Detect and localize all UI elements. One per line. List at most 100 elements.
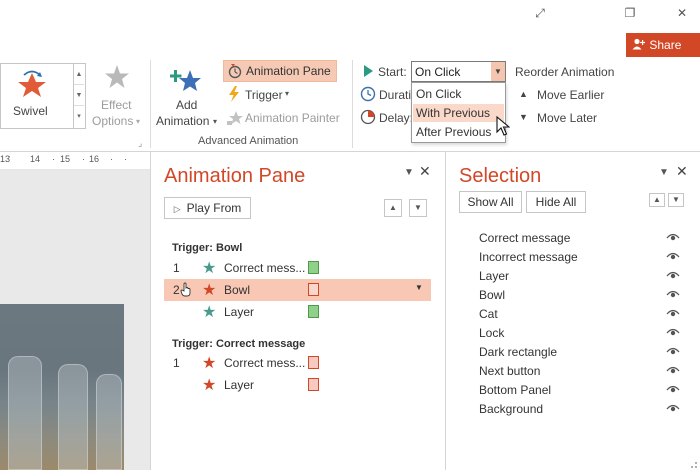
start-select-value: On Click	[415, 65, 461, 79]
ruler-tick: 16	[89, 154, 100, 164]
animation-pane-button[interactable]: Animation Pane	[223, 60, 337, 82]
start-dropdown-icon[interactable]: ▼	[491, 62, 505, 81]
animation-row[interactable]: ★ Layer	[164, 301, 431, 323]
pane-divider[interactable]	[150, 152, 151, 470]
trigger-heading: Trigger: Bowl	[172, 242, 243, 254]
move-up-icon[interactable]: ▲	[384, 199, 402, 217]
selection-item[interactable]: Bottom Panel	[479, 383, 551, 397]
visibility-eye-icon[interactable]	[666, 364, 680, 378]
animation-row[interactable]: 1 ★ Correct mess...	[164, 352, 431, 374]
close-window-icon[interactable]: ✕	[672, 4, 692, 22]
exit-star-icon: ★	[202, 355, 217, 372]
visibility-eye-icon[interactable]	[666, 345, 680, 359]
timeline-bar[interactable]	[308, 378, 319, 391]
selection-item[interactable]: Dark rectangle	[479, 345, 557, 359]
selection-item[interactable]: Incorrect message	[479, 250, 578, 264]
share-button[interactable]: Share	[626, 33, 700, 57]
pane-options-icon[interactable]: ▼	[404, 167, 414, 178]
start-label: Start:	[378, 65, 407, 79]
pane-divider[interactable]	[445, 152, 446, 470]
move-earlier-icon[interactable]: ▲	[519, 89, 528, 99]
restore-window-icon[interactable]: ❐	[620, 4, 640, 22]
gallery-more-icon[interactable]: ▾	[74, 106, 84, 127]
effect-options-label-1: Effect	[101, 98, 132, 112]
ruler-tick-dot: ·	[52, 154, 55, 164]
send-backward-icon[interactable]: ▼	[668, 193, 684, 207]
trigger-dropdown-icon[interactable]: ▾	[285, 89, 289, 98]
animation-row-selected[interactable]: 2 ★ Bowl ▼	[164, 279, 431, 301]
row-dropdown-icon[interactable]: ▼	[415, 283, 423, 292]
animation-painter-icon	[227, 110, 243, 129]
move-later-icon[interactable]: ▼	[519, 112, 528, 122]
add-animation-label-2: Animation	[156, 114, 210, 128]
duration-label: Durati	[379, 88, 412, 102]
move-earlier-label[interactable]: Move Earlier	[537, 88, 604, 102]
visibility-eye-icon[interactable]	[666, 269, 680, 283]
reorder-animation-label: Reorder Animation	[515, 65, 615, 79]
animation-pane-title: Animation Pane	[164, 165, 306, 187]
bring-forward-icon[interactable]: ▲	[649, 193, 665, 207]
selection-item[interactable]: Lock	[479, 326, 504, 340]
play-from-label: Play From	[186, 201, 242, 215]
emphasis-star-icon: ★	[202, 282, 217, 299]
start-option-after-previous[interactable]: After Previous	[413, 123, 504, 141]
slide-photo[interactable]	[0, 304, 124, 470]
close-pane-icon[interactable]: ✕	[676, 163, 688, 180]
ribbon-display-options-icon[interactable]: ⤢	[530, 4, 550, 22]
horizontal-ruler: 13 · 14 · 15 · 16 · ·	[0, 152, 150, 170]
add-animation-icon[interactable]	[169, 62, 204, 99]
gallery-scrollbar[interactable]: ▲ ▼ ▾	[74, 63, 86, 129]
timeline-bar[interactable]	[308, 356, 319, 369]
timeline-bar[interactable]	[308, 305, 319, 318]
animation-row[interactable]: ★ Layer	[164, 374, 431, 396]
resize-grip-icon[interactable]	[688, 458, 698, 470]
pane-options-icon[interactable]: ▼	[659, 167, 669, 178]
visibility-eye-icon[interactable]	[666, 326, 680, 340]
start-options-list: On Click With Previous After Previous	[411, 82, 506, 143]
gallery-up-icon[interactable]: ▲	[74, 64, 84, 85]
dialog-launcher-icon[interactable]: ⌟	[138, 138, 142, 149]
swivel-icon	[15, 69, 49, 102]
delay-clock-icon	[360, 109, 376, 128]
animation-row[interactable]: 1 ★ Correct mess...	[164, 257, 431, 279]
ruler-tick-dot: ·	[82, 154, 85, 164]
hide-all-button[interactable]: Hide All	[526, 191, 586, 213]
selection-item[interactable]: Cat	[479, 307, 498, 321]
share-label: Share	[649, 38, 682, 52]
trigger-label[interactable]: Trigger	[245, 88, 283, 102]
move-down-icon[interactable]: ▼	[409, 199, 427, 217]
visibility-eye-icon[interactable]	[666, 250, 680, 264]
selection-item[interactable]: Next button	[479, 364, 540, 378]
hand-cursor-icon	[180, 282, 192, 300]
advanced-animation-group-label: Advanced Animation	[198, 135, 299, 147]
start-option-with-previous[interactable]: With Previous	[413, 104, 504, 122]
play-from-button[interactable]: ▷ Play From	[164, 197, 251, 219]
start-option-on-click[interactable]: On Click	[413, 85, 504, 103]
visibility-eye-icon[interactable]	[666, 383, 680, 397]
add-animation-dropdown-icon[interactable]: ▾	[213, 117, 217, 126]
visibility-eye-icon[interactable]	[666, 307, 680, 321]
close-pane-icon[interactable]: ✕	[419, 163, 431, 180]
exit-star-icon: ★	[202, 377, 217, 394]
move-later-label[interactable]: Move Later	[537, 111, 597, 125]
visibility-eye-icon[interactable]	[666, 231, 680, 245]
visibility-eye-icon[interactable]	[666, 288, 680, 302]
person-add-icon	[632, 33, 646, 57]
animation-gallery[interactable]: Swivel	[0, 63, 74, 129]
selection-pane-title: Selection	[459, 165, 542, 187]
ruler-tick-dot: ·	[124, 154, 127, 164]
selection-item[interactable]: Layer	[479, 269, 509, 283]
gallery-down-icon[interactable]: ▼	[74, 85, 84, 106]
ruler-tick: 15	[60, 154, 71, 164]
mouse-cursor-icon	[496, 115, 511, 139]
timeline-bar[interactable]	[308, 283, 319, 296]
selection-item[interactable]: Background	[479, 402, 543, 416]
start-select[interactable]: On Click ▼	[411, 61, 506, 82]
selection-item[interactable]: Correct message	[479, 231, 570, 245]
timeline-bar[interactable]	[308, 261, 319, 274]
visibility-eye-icon[interactable]	[666, 402, 680, 416]
effect-options-star-icon	[104, 64, 130, 93]
show-all-button[interactable]: Show All	[459, 191, 522, 213]
selection-item[interactable]: Bowl	[479, 288, 505, 302]
play-icon: ▷	[173, 204, 181, 214]
